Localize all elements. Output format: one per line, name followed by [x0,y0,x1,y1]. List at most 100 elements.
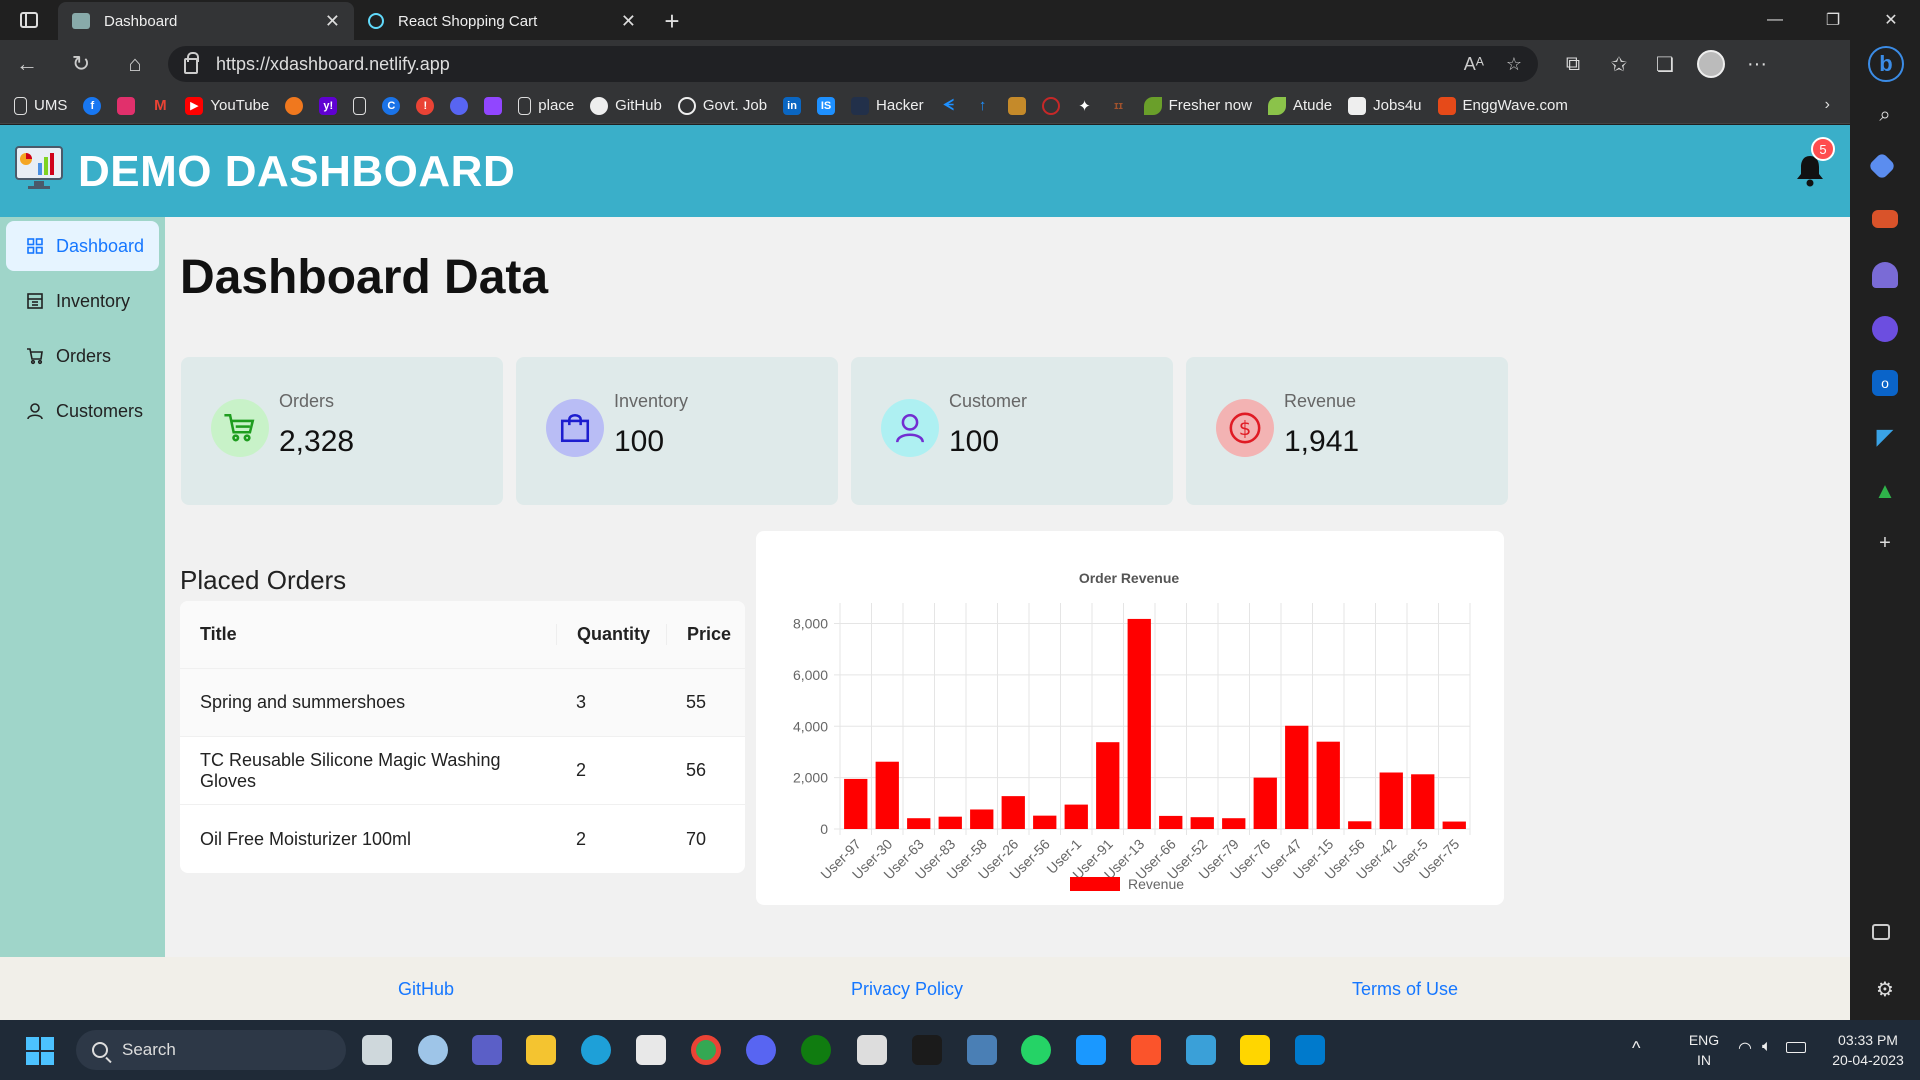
home-icon[interactable]: ⌂ [108,40,162,88]
bookmark-is[interactable]: IS [817,96,836,115]
tab-actions-icon[interactable] [0,0,58,40]
bookmark-orange[interactable] [285,96,304,115]
edge-browser-icon[interactable] [581,1035,611,1065]
tree-icon[interactable]: ▲ [1872,478,1898,504]
chart-legend[interactable]: Revenue [1070,876,1184,892]
bookmark-hacker[interactable]: Hacker [851,96,924,115]
bookmark-instagram[interactable] [117,96,136,115]
bar[interactable] [907,818,931,829]
file-explorer-icon[interactable] [526,1035,556,1065]
bar[interactable] [1285,725,1309,829]
table-row[interactable]: Oil Free Moisturizer 100ml 2 70 [180,805,745,873]
tab-react-shopping-cart[interactable]: React Shopping Cart ✕ [354,2,650,40]
new-tab-icon[interactable]: + [650,2,694,40]
chevron-up-icon[interactable]: ^ [1632,1038,1640,1059]
lock-icon[interactable] [184,52,199,74]
settings-icon[interactable]: ⚙ [1872,976,1898,1002]
bookmark-arrow[interactable]: ↑ [974,97,992,115]
read-aloud-icon[interactable]: Aᴬ [1464,54,1484,75]
chevron-right-icon[interactable]: › [1825,96,1830,114]
wifi-icon[interactable]: ◠ [1738,1038,1752,1058]
windows-start-icon[interactable] [26,1037,54,1065]
sidebar-toggle-icon[interactable] [1872,924,1890,940]
xbox-icon[interactable] [801,1035,831,1065]
sidebar-item-inventory[interactable]: Inventory [6,276,159,326]
tag-icon[interactable] [1867,151,1897,181]
sidebar-item-dashboard[interactable]: Dashboard [6,221,159,271]
bookmark-facebook[interactable]: f [83,96,102,115]
bookmark-emblem[interactable] [1007,96,1026,115]
bookmark-twitch[interactable] [484,96,503,115]
vscode-icon[interactable] [1295,1035,1325,1065]
bar[interactable] [844,778,868,829]
footer-link-github[interactable]: GitHub [398,979,454,1000]
bar[interactable] [1316,741,1340,829]
profile-icon[interactable] [1688,44,1734,84]
bookmark-ums[interactable]: UMS [14,96,67,115]
bar[interactable] [1064,804,1088,829]
more-icon[interactable]: ··· [1734,44,1780,84]
outlook-icon[interactable]: o [1872,370,1898,396]
clock[interactable]: 03:33 PM 20-04-2023 [1830,1032,1906,1068]
bing-icon[interactable]: b [1868,46,1904,82]
bar[interactable] [1001,796,1025,829]
footer-link-terms-of-use[interactable]: Terms of Use [1352,979,1458,1000]
whatsapp-icon[interactable] [1021,1035,1051,1065]
microsoft-store-icon[interactable] [636,1035,666,1065]
close-icon[interactable]: ✕ [621,11,636,32]
footer-link-privacy-policy[interactable]: Privacy Policy [851,979,963,1000]
bookmark-jobs4u[interactable]: Jobs4u [1348,96,1422,115]
sidebar-item-orders[interactable]: Orders [6,331,159,381]
column-header-price[interactable]: Price [666,624,745,645]
bar[interactable] [1253,777,1277,829]
volume-icon[interactable]: 🔈︎ [1762,1038,1772,1056]
bar[interactable] [1159,815,1183,829]
bookmark-atude[interactable]: Atude [1267,96,1332,115]
bar[interactable] [970,809,994,829]
bookmark-place[interactable]: place [518,96,574,115]
battery-icon[interactable] [1786,1042,1806,1053]
bar[interactable] [1411,774,1435,829]
bookmark-page[interactable] [353,96,367,115]
bar[interactable] [875,761,899,829]
bookmark-youtube[interactable]: ▶ YouTube [185,96,269,115]
search-icon[interactable]: ⌕ [1872,102,1898,128]
bookmark-brown[interactable]: ɪɪ [1110,97,1128,115]
bar[interactable] [1348,821,1372,829]
close-window-icon[interactable]: ✕ [1862,0,1920,40]
task-view-icon[interactable] [362,1035,392,1065]
bar[interactable] [1033,815,1057,829]
bookmark-enggwave[interactable]: EnggWave.com [1437,96,1568,115]
url-input[interactable]: https://xdashboard.netlify.app Aᴬ ☆ [168,46,1538,82]
minimize-icon[interactable]: — [1746,0,1804,40]
bookmark-govt-job[interactable]: Govt. Job [677,96,767,115]
add-favorite-icon[interactable]: ☆ [1506,54,1522,75]
extensions-icon[interactable]: ⧉ [1550,44,1596,84]
column-header-title[interactable]: Title [180,624,556,645]
notepad-icon[interactable] [857,1035,887,1065]
restore-icon[interactable]: ❐ [1804,0,1862,40]
discord-icon[interactable] [746,1035,776,1065]
player-icon[interactable] [1240,1035,1270,1065]
bar[interactable] [1190,817,1214,829]
bar[interactable] [1096,742,1120,829]
prime-video-icon[interactable] [1076,1035,1106,1065]
column-header-quantity[interactable]: Quantity [556,624,666,645]
bookmark-github[interactable]: GitHub [590,96,662,115]
chrome-icon[interactable] [691,1035,721,1065]
bookmark-c[interactable]: C [382,96,401,115]
bar[interactable] [1127,618,1151,829]
bookmark-alert[interactable]: ! [416,96,435,115]
bookmark-discord[interactable] [450,96,469,115]
back-icon[interactable]: ← [0,40,54,88]
tab-dashboard[interactable]: Dashboard ✕ [58,2,354,40]
game-app-icon[interactable] [912,1035,942,1065]
taskbar-search[interactable]: Search [76,1030,346,1070]
bookmark-gmail[interactable]: M [151,97,169,115]
add-icon[interactable]: + [1872,530,1898,556]
language-indicator[interactable]: ENG IN [1684,1032,1724,1068]
toolbox-icon[interactable] [1872,210,1898,228]
bar[interactable] [1222,818,1246,829]
bar[interactable] [938,816,962,829]
collections-icon[interactable]: ❏ [1642,44,1688,84]
